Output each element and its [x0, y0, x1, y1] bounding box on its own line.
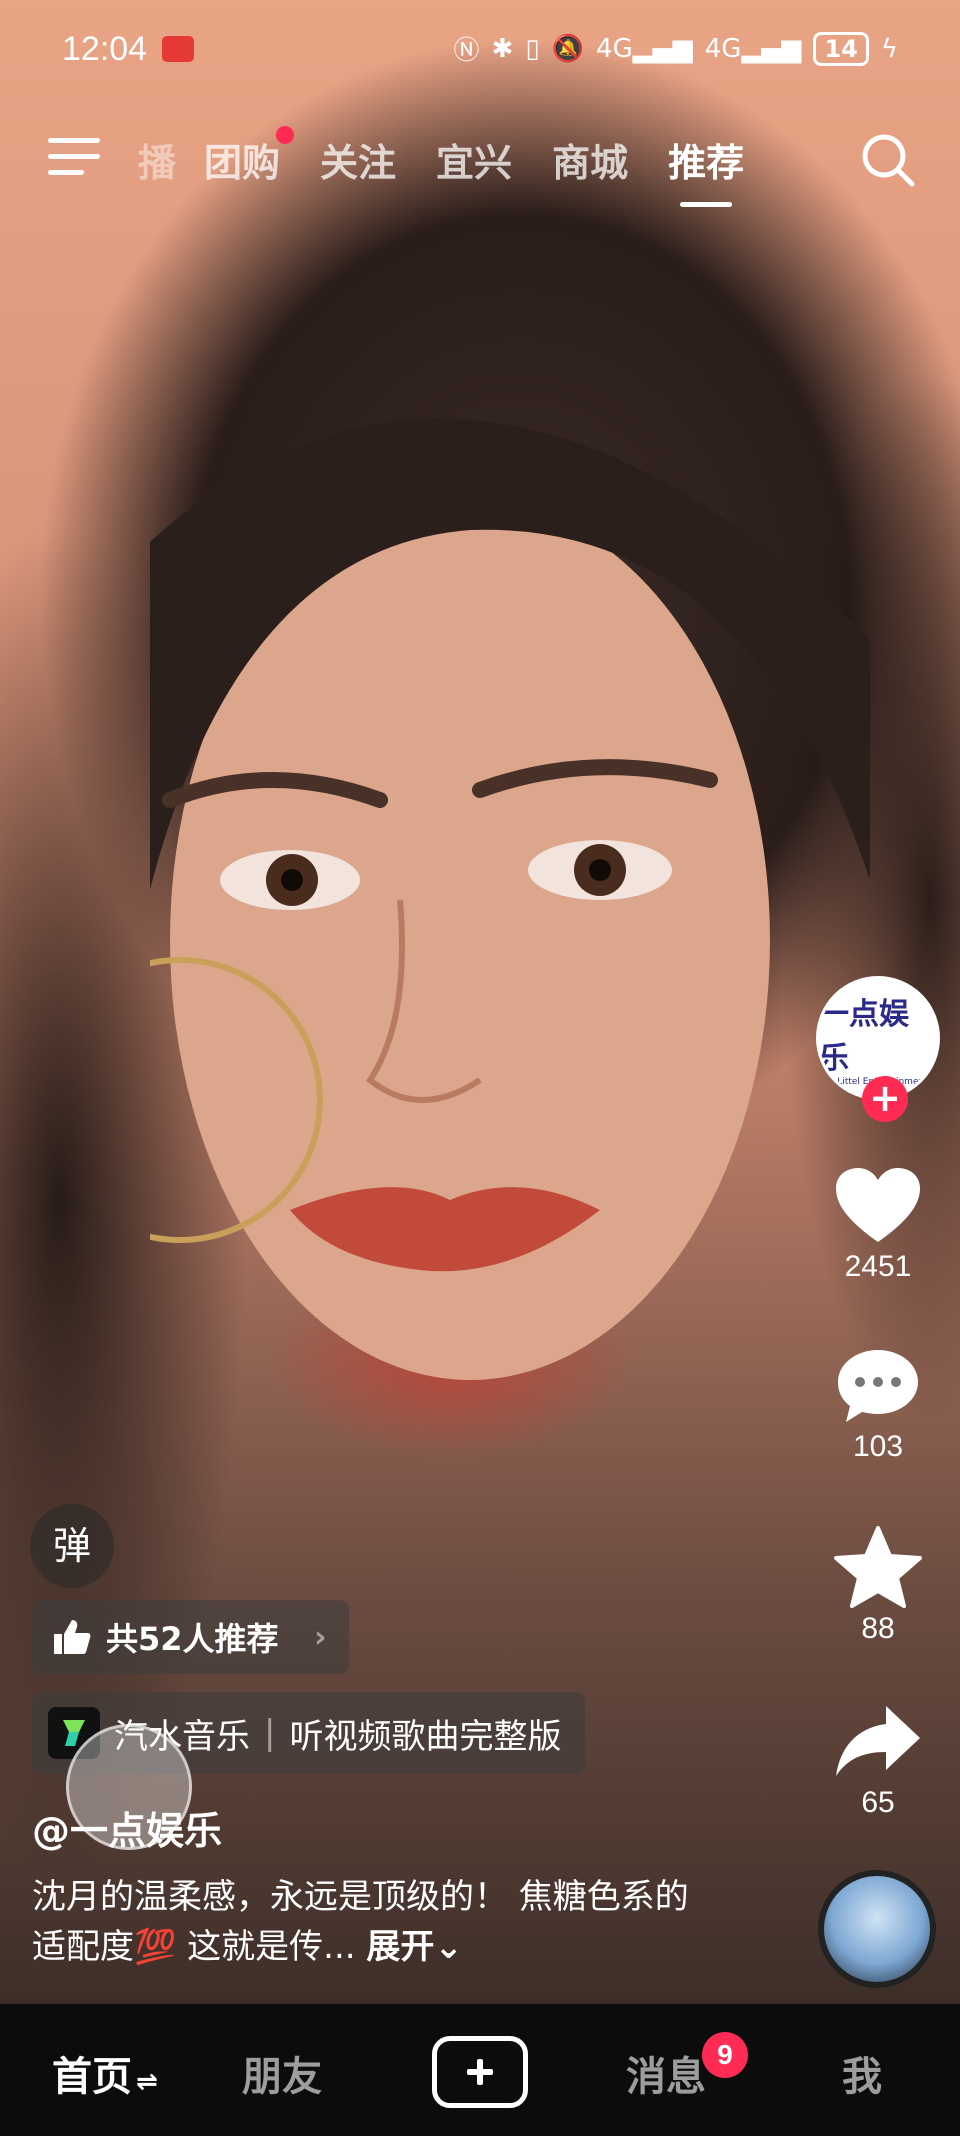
post-caption[interactable]: 沈月的温柔感，永远是顶级的！ 焦糖色系的适配度💯 这就是传... 展开⌄: [32, 1872, 712, 1972]
app-notification-icon: [162, 36, 194, 62]
nav-me[interactable]: 我: [842, 2044, 882, 2102]
tab-local-yixing[interactable]: 宜兴: [436, 132, 512, 187]
messages-badge: 9: [702, 2032, 748, 2078]
refresh-icon: ⇌: [136, 2067, 158, 2097]
search-icon[interactable]: [858, 130, 918, 190]
favorite-button[interactable]: 88: [808, 1526, 948, 1646]
comment-button[interactable]: 103: [808, 1346, 948, 1464]
caption-text: 沈月的温柔感，永远是顶级的！ 焦糖色系的适配度💯 这就是传...: [32, 1877, 689, 1967]
share-button[interactable]: 65: [808, 1702, 948, 1820]
create-post-button[interactable]: [432, 2036, 528, 2108]
tab-live[interactable]: 播: [138, 132, 176, 187]
recommend-pill[interactable]: 共52人推荐 ›: [32, 1600, 349, 1674]
share-count: 65: [861, 1786, 895, 1819]
follow-button[interactable]: +: [862, 1076, 908, 1122]
recommend-text: 共52人推荐: [106, 1620, 279, 1658]
nav-messages[interactable]: 消息: [626, 2044, 706, 2102]
vibrate-icon: ▯: [525, 33, 540, 64]
star-icon: [834, 1526, 922, 1608]
like-button[interactable]: 2451: [808, 1166, 948, 1284]
signal-icon: 4G▂▄▆: [596, 33, 693, 64]
video-subject-illustration: [150, 418, 870, 1380]
share-icon: [836, 1706, 920, 1776]
danmu-toggle[interactable]: 弹: [30, 1504, 114, 1588]
nav-home[interactable]: 首页 ⇌: [52, 2044, 158, 2102]
thumbs-up-icon: [54, 1620, 91, 1654]
favorite-count: 88: [861, 1612, 895, 1645]
comment-icon: [838, 1350, 918, 1422]
music-disc[interactable]: [818, 1870, 936, 1988]
avatar-logo: 一点娱乐: [819, 997, 909, 1076]
nav-friends[interactable]: 朋友: [242, 2044, 322, 2102]
status-time: 12:04: [62, 30, 148, 68]
comment-count: 103: [852, 1430, 904, 1463]
top-tabs: 播 团购 关注 宜兴 商城 推荐: [138, 126, 744, 207]
status-icons: Ⓝ ✱ ▯ 🔕 4G▂▄▆ 4G▂▄▆ 14 ϟ: [454, 30, 898, 67]
tab-recommend[interactable]: 推荐: [668, 132, 744, 207]
notification-dot: [276, 126, 295, 144]
nfc-icon: Ⓝ: [453, 36, 480, 66]
bottom-nav: 首页 ⇌ 朋友 消息 9 我: [0, 2004, 960, 2136]
creator-handle[interactable]: @一点娱乐: [32, 1800, 222, 1855]
chevron-right-icon: ›: [314, 1619, 327, 1655]
music-cta: 听视频歌曲完整版: [289, 1716, 562, 1757]
menu-icon[interactable]: [48, 138, 100, 178]
status-bar: 12:04 Ⓝ ✱ ▯ 🔕 4G▂▄▆ 4G▂▄▆ 14 ϟ: [0, 0, 960, 100]
heart-icon: [836, 1168, 920, 1242]
expand-button[interactable]: 展开⌄: [366, 1927, 463, 1967]
divider: |: [264, 1713, 276, 1753]
tab-mall[interactable]: 商城: [552, 132, 628, 187]
charging-icon: ϟ: [880, 33, 898, 64]
tab-group-buy[interactable]: 团购: [204, 126, 295, 187]
creator-avatar[interactable]: 一点娱乐 A Littel Entertainment +: [816, 976, 940, 1122]
top-nav: 播 团购 关注 宜兴 商城 推荐: [0, 120, 960, 210]
mute-icon: 🔕: [551, 33, 585, 64]
like-count: 2451: [844, 1250, 912, 1283]
bluetooth-icon: ✱: [491, 33, 514, 64]
signal-icon-2: 4G▂▄▆: [704, 33, 802, 64]
tab-following[interactable]: 关注: [320, 132, 396, 187]
battery-icon: 14: [813, 31, 869, 66]
